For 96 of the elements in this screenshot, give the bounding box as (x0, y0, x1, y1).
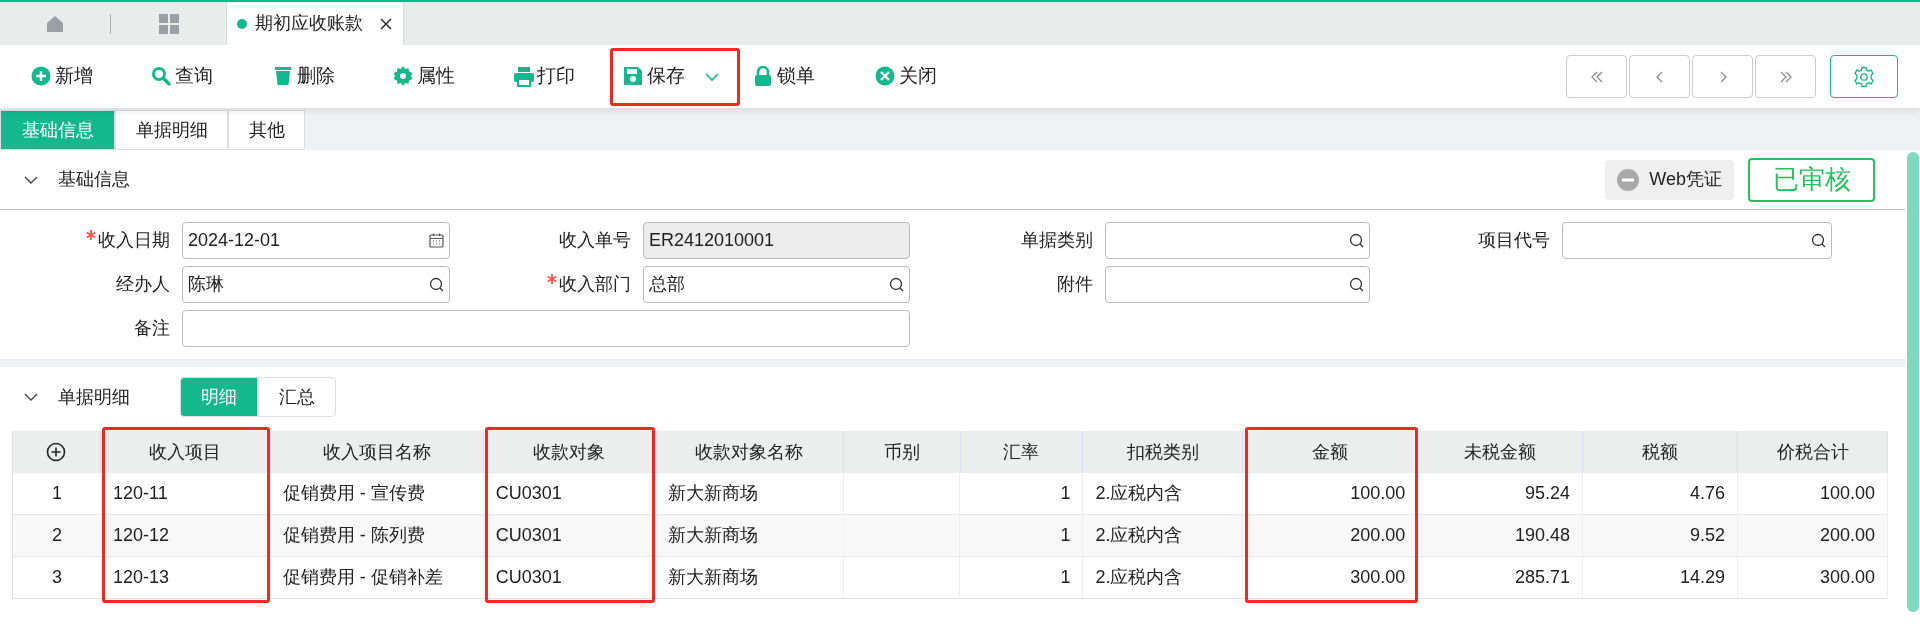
next-button[interactable] (1692, 55, 1753, 98)
table-cell-text: 120-13 (112, 566, 169, 589)
table-cell-text: 285.71 (1515, 566, 1571, 589)
field-label: 项目代号 (1478, 230, 1550, 250)
search-icon (1811, 233, 1826, 248)
table-cell-text: 120-11 (112, 482, 168, 505)
table-cell-text: 1 (1060, 524, 1071, 547)
home-icon (45, 13, 65, 34)
toolbar-button[interactable]: 打印 (500, 47, 610, 106)
toolbar-button[interactable]: 保存 (610, 47, 740, 106)
mode-tab[interactable]: 汇总 (258, 377, 336, 417)
table-cell-text: CU0301 (495, 482, 562, 505)
document-tab[interactable]: 期初应收账款 (226, 2, 404, 45)
input-field[interactable] (182, 310, 910, 347)
table-cell-text: 4.76 (1690, 482, 1726, 505)
table-cell-text: 新大新商场 (667, 482, 758, 505)
plus-circle-icon (46, 442, 67, 462)
toolbar-button[interactable]: 关闭 (862, 47, 982, 106)
table-cell-text: 2.应税内含 (1095, 566, 1183, 589)
toolbar-button[interactable]: 删除 (260, 47, 380, 106)
status-dot-icon (237, 18, 247, 29)
field-label: 收入单号 (559, 230, 631, 250)
table-cell-text: 新大新商场 (667, 566, 758, 589)
table-cell-text: 新大新商场 (667, 524, 758, 547)
table-cell-text: 120-12 (112, 524, 169, 547)
close-circle-icon (875, 66, 896, 87)
search-icon (429, 277, 444, 292)
last-page-button[interactable] (1755, 55, 1816, 98)
table-cell-text: 200.00 (1819, 524, 1875, 547)
field-label: 附件 (1057, 274, 1093, 294)
toolbar-button[interactable]: 查询 (138, 47, 260, 106)
first-page-button[interactable] (1566, 55, 1627, 98)
toolbar-button[interactable]: 锁单 (740, 47, 862, 106)
table-cell-text: 2.应税内含 (1095, 482, 1183, 505)
table-cell-text: 300.00 (1350, 566, 1406, 589)
settings-icon (1853, 65, 1875, 88)
table-cell-text: 2.应税内含 (1095, 524, 1183, 547)
table-cell-text: 促销费用 - 陈列费 (282, 524, 425, 547)
input-field[interactable]: 总部 (643, 266, 910, 303)
previous-button[interactable] (1629, 55, 1690, 98)
toolbar-button[interactable]: 属性 (380, 47, 500, 106)
table-cell-text: 9.52 (1690, 524, 1726, 547)
search-icon (889, 277, 904, 292)
search-icon (151, 66, 172, 87)
plus-circle-icon (31, 66, 52, 87)
table-cell-text: 200.00 (1350, 524, 1406, 547)
table-cell-text: 95.24 (1525, 482, 1571, 505)
table-cell-text: 1 (1060, 566, 1071, 589)
settings-button[interactable] (1830, 55, 1898, 98)
input-field[interactable] (1105, 266, 1370, 303)
printer-icon (513, 66, 534, 87)
table-cell-text: 300.00 (1819, 566, 1875, 589)
input-field[interactable]: 陈琳 (182, 266, 450, 303)
field-label: 收入部门 (559, 274, 631, 294)
row-number: 1 (50, 482, 63, 505)
add-row-button[interactable] (46, 442, 67, 462)
scrollbar-thumb[interactable] (1906, 152, 1919, 612)
search-icon (1349, 233, 1364, 248)
field-label: 备注 (134, 318, 170, 338)
gear-icon (393, 66, 414, 87)
search-icon (1349, 277, 1364, 292)
trash-icon (273, 66, 294, 87)
padlock-icon (753, 66, 774, 87)
table-cell-text: 100.00 (1819, 482, 1875, 505)
grid-icon (157, 12, 180, 35)
table-cell-text: 14.29 (1680, 566, 1726, 589)
status-stamp: 已审核 (1748, 157, 1875, 202)
table-cell-text: CU0301 (495, 566, 562, 589)
tab-title: 期初应收账款 (255, 12, 363, 35)
input-field: ER2412010001 (643, 222, 910, 259)
view-tab[interactable]: 单据明细 (115, 110, 228, 150)
field-label: 经办人 (116, 274, 170, 294)
table-cell-text: 1 (1060, 482, 1071, 505)
view-tab[interactable]: 其他 (228, 110, 305, 150)
table-cell-text: 促销费用 - 宣传费 (282, 482, 425, 505)
toolbar-button[interactable]: 新增 (18, 47, 138, 106)
minus-circle-icon (1617, 168, 1640, 191)
field-label: 单据类别 (1021, 230, 1093, 250)
row-number: 3 (50, 566, 63, 589)
close-icon (379, 16, 393, 31)
table-cell-text: 190.48 (1515, 524, 1571, 547)
section-title: 基础信息 (58, 168, 130, 191)
field-label: 收入日期 (98, 230, 170, 250)
input-field[interactable] (1562, 222, 1832, 259)
table-cell-text: 促销费用 - 促销补差 (282, 566, 443, 589)
caret-icon (704, 71, 720, 82)
section-title: 单据明细 (58, 385, 130, 409)
calendar-icon (429, 233, 444, 248)
table-cell-text: CU0301 (495, 524, 562, 547)
chevron-down-icon (24, 392, 38, 402)
chevron-down-icon (24, 174, 38, 185)
table-cell-text: 100.00 (1350, 482, 1406, 505)
date-field[interactable]: 2024-12-01 (182, 222, 450, 259)
voucher-button[interactable]: Web凭证 (1605, 159, 1734, 200)
input-field[interactable] (1105, 222, 1370, 259)
row-number: 2 (50, 524, 63, 547)
